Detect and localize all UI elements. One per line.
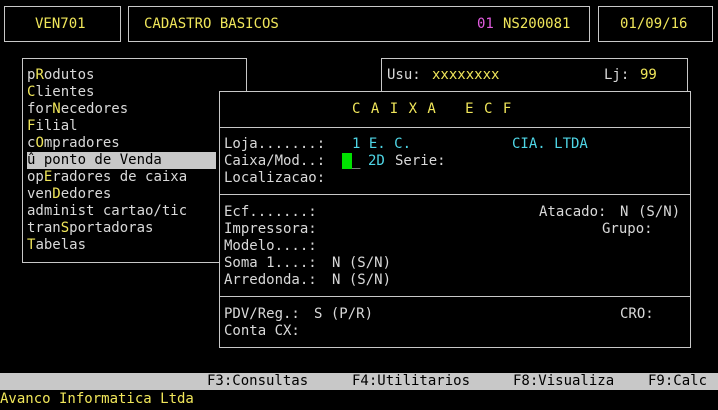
menu-item-text: ven (27, 186, 53, 202)
menu-item-hotkey: D (52, 186, 61, 202)
dialog-separator-bottom (219, 296, 691, 297)
function-key-bar: F3:Consultas F4:Utilitarios F8:Visualiza… (0, 373, 718, 390)
caixa-label: Caixa/Mod..: (224, 153, 326, 169)
menu-item-hotkey: S (60, 220, 70, 236)
user-value: xxxxxxxx (432, 67, 500, 83)
menu-item-text-rest: ecedores (60, 101, 129, 117)
terminal-id: NS200081 (503, 16, 571, 32)
menu-item[interactable]: û ponto de Venda (27, 152, 216, 169)
menu-item-text: û ponto de Venda (27, 152, 162, 168)
menu-item[interactable]: venDedores (27, 186, 216, 203)
module-title: CADASTRO BASICOS (144, 16, 279, 32)
menu-item-text: administ cartao/tic (27, 203, 188, 219)
f9-calc-key[interactable]: F9:Calc (648, 373, 707, 390)
ecf-label: Ecf.......: (224, 204, 317, 220)
loja-value[interactable]: 1 E. C. (352, 136, 411, 153)
store-label: Lj: (604, 67, 630, 83)
date-value: 01/09/16 (620, 16, 688, 32)
caixa-underscore: _ (352, 153, 361, 169)
store-value: 99 (640, 67, 657, 83)
loja-company-name: CIA. LTDA (512, 136, 588, 152)
caixa-model-value[interactable]: 2D (368, 153, 385, 170)
menu-item-text-rest: mpradores (43, 135, 120, 151)
menu-item-text-rest: odutos (43, 67, 95, 83)
menu-item-hotkey: R (35, 67, 44, 83)
atacado-hint: (S/N) (638, 204, 681, 220)
cro-label: CRO: (620, 306, 654, 322)
conta-cx-label: Conta CX: (224, 323, 300, 339)
menu-item[interactable]: Tabelas (27, 237, 216, 254)
arredonda-label: Arredonda.: (224, 272, 317, 288)
atacado-value[interactable]: N (620, 204, 628, 221)
atacado-label: Atacado: (539, 204, 607, 220)
loja-label: Loja.......: (224, 136, 326, 152)
menu-item[interactable]: forNecedores (27, 101, 216, 118)
caixa-input[interactable]: _ (342, 153, 360, 170)
grupo-label: Grupo: (602, 221, 653, 237)
menu-item[interactable]: opEradores de caixa (27, 169, 216, 186)
menu-item-hotkey: O (35, 135, 44, 151)
serie-label: Serie: (395, 153, 446, 169)
soma-label: Soma 1....: (224, 255, 317, 271)
arredonda-value[interactable]: N (S/N) (332, 272, 391, 289)
user-label: Usu: (387, 67, 421, 83)
program-code: VEN701 (35, 16, 86, 32)
pdv-value[interactable]: S (P/R) (314, 306, 373, 323)
localizacao-label: Localizacao: (224, 170, 326, 186)
menu-item-text-rest: abelas (35, 237, 87, 253)
menu-item-hotkey: N (52, 101, 61, 117)
f8-visualiza-key[interactable]: F8:Visualiza (513, 373, 614, 390)
menu-item[interactable]: pRodutos (27, 67, 216, 84)
menu-item-text: tran (27, 220, 61, 236)
f3-consultas-key[interactable]: F3:Consultas (207, 373, 308, 390)
menu-item-text-rest: radores de caixa (52, 169, 188, 185)
menu-item-text-rest: portadoras (69, 220, 154, 236)
pdv-label: PDV/Reg.: (224, 306, 300, 322)
text-cursor (342, 153, 352, 169)
menu-item-text: op (27, 169, 44, 185)
footer-company: Avanco Informatica Ltda (0, 391, 194, 407)
dialog-title: C A I X A E C F (352, 101, 513, 117)
dialog-separator-middle (219, 194, 691, 195)
menu-item[interactable]: cOmpradores (27, 135, 216, 152)
caixa-ecf-dialog: C A I X A E C F Loja.......: 1 E. C. CIA… (219, 91, 691, 348)
dialog-separator-top (219, 127, 691, 128)
menu-item-text-rest: edores (60, 186, 112, 202)
modelo-label: Modelo....: (224, 238, 317, 254)
menu-item[interactable]: tranSportadoras (27, 220, 216, 237)
f4-utilitarios-key[interactable]: F4:Utilitarios (352, 373, 470, 390)
menu-item-text: for (27, 101, 53, 117)
menu-item[interactable]: Clientes (27, 84, 216, 101)
menu-item[interactable]: Filial (27, 118, 216, 135)
menu-item[interactable]: administ cartao/tic (27, 203, 216, 220)
company-code: 01 (477, 16, 494, 32)
menu-item-text-rest: ilial (35, 118, 78, 134)
soma-value[interactable]: N (S/N) (332, 255, 391, 272)
menu-item-text-rest: lientes (35, 84, 95, 100)
impressora-label: Impressora: (224, 221, 317, 237)
